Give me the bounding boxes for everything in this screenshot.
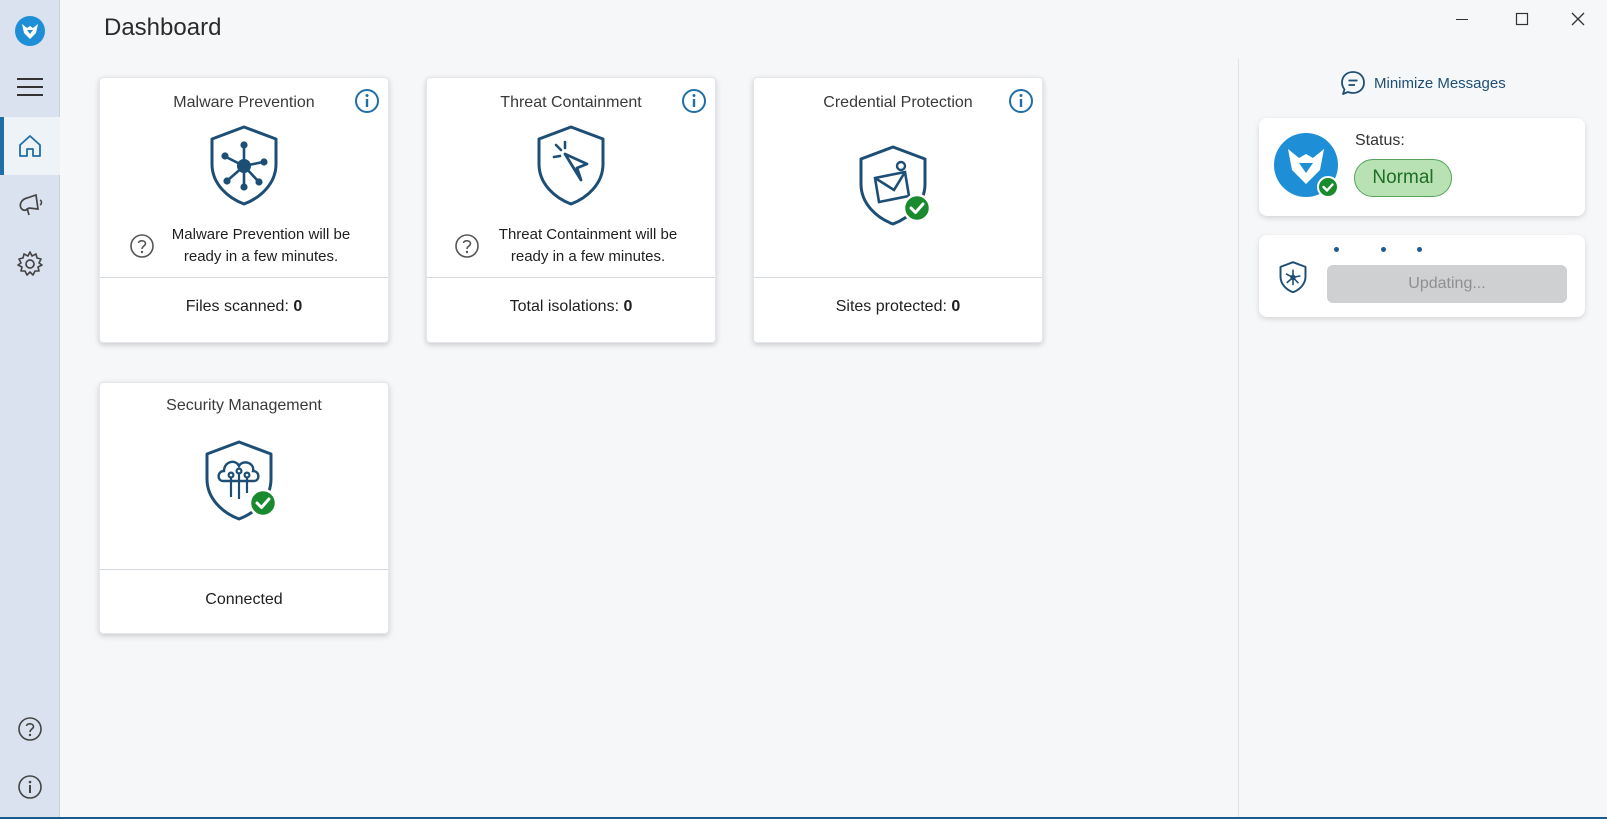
info-icon[interactable] bbox=[354, 88, 380, 114]
wolf-avatar-icon bbox=[1274, 133, 1339, 198]
card-divider bbox=[754, 277, 1042, 278]
chat-bubble-icon bbox=[1341, 71, 1365, 95]
card-malware-prevention: Malware Prevention Malware Prevention wi… bbox=[99, 77, 389, 343]
nav-item-help[interactable] bbox=[0, 700, 60, 758]
maximize-icon bbox=[1515, 12, 1529, 26]
card-divider bbox=[427, 277, 715, 278]
nav-menu-button[interactable] bbox=[0, 58, 60, 116]
panel-divider bbox=[1238, 58, 1239, 819]
loading-dot bbox=[1381, 247, 1386, 252]
card-threat-containment: Threat Containment Threat Containment wi… bbox=[426, 77, 716, 343]
card-footer: Total isolations: 0 bbox=[427, 298, 715, 316]
info-icon[interactable] bbox=[1008, 88, 1034, 114]
card-title: Malware Prevention bbox=[173, 94, 315, 111]
card-status-message: Threat Containment will be ready in a fe… bbox=[427, 224, 715, 268]
window-minimize-button[interactable] bbox=[1437, 4, 1487, 34]
window-close-button[interactable] bbox=[1553, 4, 1603, 34]
shield-cloud-check-icon bbox=[205, 440, 278, 521]
card-title: Security Management bbox=[166, 397, 322, 414]
card-footer: Sites protected: 0 bbox=[754, 298, 1042, 316]
help-icon bbox=[130, 234, 154, 258]
card-message-text: Malware Prevention will be ready in a fe… bbox=[171, 226, 351, 265]
footer-label: Sites protected: bbox=[835, 298, 947, 315]
page-title: Dashboard bbox=[104, 14, 222, 41]
info-icon bbox=[18, 775, 42, 799]
app-logo bbox=[0, 2, 60, 60]
wolf-logo-icon bbox=[15, 16, 45, 46]
status-label: Status: bbox=[1355, 132, 1405, 149]
nav-item-messages[interactable] bbox=[0, 176, 60, 234]
nav-rail bbox=[0, 0, 60, 819]
total-isolations-count: 0 bbox=[623, 298, 633, 315]
card-credential-protection: Credential Protection Sites protected: 0 bbox=[753, 77, 1043, 343]
loading-dot bbox=[1334, 247, 1339, 252]
loading-dot bbox=[1417, 247, 1422, 252]
shield-cursor-icon bbox=[537, 125, 605, 206]
info-icon[interactable] bbox=[681, 88, 707, 114]
sites-protected-count: 0 bbox=[951, 298, 961, 315]
footer-label: Total isolations: bbox=[509, 298, 620, 315]
minimize-messages-link[interactable]: Minimize Messages bbox=[1340, 70, 1506, 96]
files-scanned-count: 0 bbox=[293, 298, 303, 315]
card-divider bbox=[100, 277, 388, 278]
shield-email-check-icon bbox=[859, 145, 932, 226]
status-card: Status: Normal bbox=[1259, 118, 1585, 216]
status-badge: Normal bbox=[1354, 159, 1452, 197]
window-maximize-button[interactable] bbox=[1497, 4, 1547, 34]
shield-virus-icon bbox=[210, 125, 278, 206]
update-card: Updating... bbox=[1259, 235, 1585, 317]
card-footer: Files scanned: 0 bbox=[100, 298, 388, 316]
card-message-text: Threat Containment will be ready in a fe… bbox=[498, 226, 678, 265]
help-icon bbox=[455, 234, 479, 258]
nav-item-about[interactable] bbox=[0, 758, 60, 816]
minimize-icon bbox=[1456, 19, 1468, 20]
shield-virus-icon bbox=[1279, 261, 1307, 293]
megaphone-icon bbox=[19, 193, 43, 216]
close-icon bbox=[1571, 12, 1585, 26]
hamburger-menu-icon bbox=[17, 78, 43, 96]
help-icon bbox=[18, 717, 42, 741]
card-title: Credential Protection bbox=[823, 94, 973, 111]
connection-status: Connected bbox=[205, 591, 283, 608]
card-status-message: Malware Prevention will be ready in a fe… bbox=[100, 224, 388, 268]
updating-button[interactable]: Updating... bbox=[1327, 265, 1567, 303]
footer-label: Files scanned: bbox=[185, 298, 289, 315]
card-divider bbox=[100, 569, 388, 570]
nav-item-settings[interactable] bbox=[0, 235, 60, 293]
home-icon bbox=[19, 135, 41, 157]
gear-icon bbox=[17, 251, 43, 276]
minimize-messages-label: Minimize Messages bbox=[1374, 74, 1506, 92]
card-title: Threat Containment bbox=[500, 94, 642, 111]
nav-item-home[interactable] bbox=[0, 117, 60, 175]
card-security-management: Security Management Connected bbox=[99, 382, 389, 634]
